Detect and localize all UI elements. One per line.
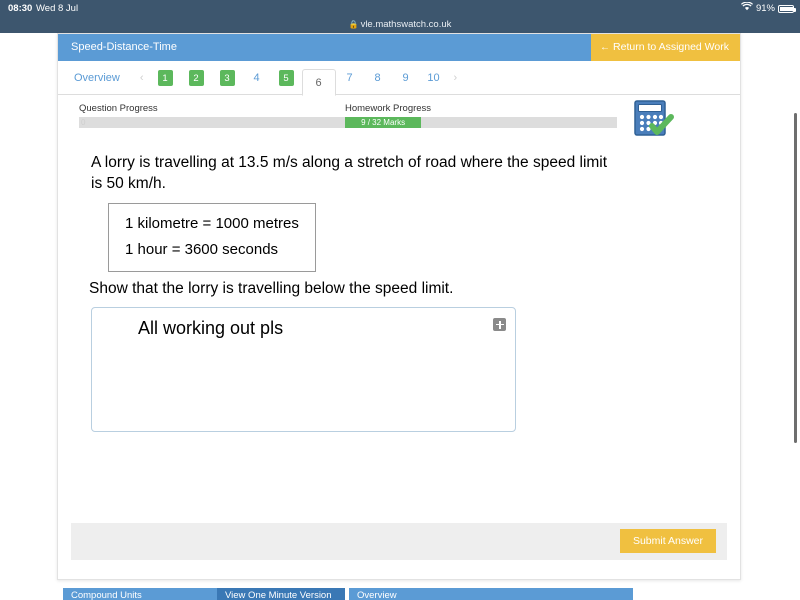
tab-question-9[interactable]: 9: [392, 61, 420, 95]
battery-percent: 91%: [756, 0, 775, 17]
return-to-assigned-work-button[interactable]: ←Return to Assigned Work: [591, 34, 740, 61]
tab-question-5[interactable]: 5: [271, 61, 302, 95]
return-button-label: Return to Assigned Work: [613, 41, 729, 53]
homework-progress-label: Homework Progress: [345, 103, 617, 114]
page-canvas: Speed-Distance-Time ←Return to Assigned …: [0, 33, 800, 600]
question-text: A lorry is travelling at 13.5 m/s along …: [91, 152, 621, 194]
tab-next-dots[interactable]: ›: [448, 61, 464, 95]
tab-question-6[interactable]: 6: [302, 69, 336, 96]
answer-input[interactable]: All working out pls: [91, 307, 516, 432]
answer-input-value: All working out pls: [138, 318, 283, 339]
tab-question-3-label: 3: [220, 70, 235, 86]
plus-icon[interactable]: [493, 318, 506, 331]
homework-progress-value: 9 / 32 Marks: [345, 117, 421, 128]
question-instruction: Show that the lorry is travelling below …: [89, 280, 453, 298]
question-progress-label: Question Progress: [79, 103, 351, 114]
submit-answer-button[interactable]: Submit Answer: [620, 529, 716, 553]
tab-question-3[interactable]: 3: [212, 61, 243, 95]
conversion-fact-2: 1 hour = 3600 seconds: [125, 237, 299, 263]
status-date: Wed 8 Jul: [36, 0, 78, 17]
bottom-panel-view-one-minute-version[interactable]: View One Minute Version: [217, 588, 345, 600]
tab-prev-dots[interactable]: ‹: [134, 61, 150, 95]
card-header: Speed-Distance-Time ←Return to Assigned …: [58, 34, 740, 61]
tab-overview[interactable]: Overview: [58, 61, 134, 95]
status-time: 08:30: [8, 0, 32, 17]
tab-question-2[interactable]: 2: [181, 61, 212, 95]
tab-question-2-label: 2: [189, 70, 204, 86]
page-scrollbar[interactable]: [794, 113, 797, 443]
url-text: vle.mathswatch.co.uk: [361, 19, 452, 30]
question-card: Speed-Distance-Time ←Return to Assigned …: [57, 33, 741, 580]
browser-url-bar[interactable]: 🔒vle.mathswatch.co.uk: [0, 17, 800, 33]
tab-question-1[interactable]: 1: [150, 61, 181, 95]
conversion-facts-box: 1 kilometre = 1000 metres 1 hour = 3600 …: [108, 203, 316, 272]
tab-question-1-label: 1: [158, 70, 173, 86]
homework-progress-bar: 9 / 32 Marks: [345, 117, 617, 128]
tab-question-4[interactable]: 4: [243, 61, 271, 95]
question-tab-strip: Overview ‹ 1 2 3 4 5 6 7 8 9: [58, 61, 740, 95]
progress-row: Question Progress 0 Homework Progress 9 …: [58, 95, 740, 140]
tab-overview-label: Overview: [74, 72, 120, 84]
status-right-group: 91%: [741, 0, 794, 17]
lock-icon: 🔒: [349, 20, 359, 29]
tab-question-7[interactable]: 7: [336, 61, 364, 95]
tab-question-8[interactable]: 8: [364, 61, 392, 95]
page-title: Speed-Distance-Time: [71, 34, 177, 61]
calculator-allowed-icon: [633, 99, 675, 144]
conversion-fact-1: 1 kilometre = 1000 metres: [125, 211, 299, 237]
bottom-panel-strip: Compound Units View One Minute Version O…: [57, 585, 741, 600]
tab-question-5-label: 5: [279, 70, 294, 86]
tab-list: Overview ‹ 1 2 3 4 5 6 7 8 9: [58, 61, 463, 95]
question-progress-value: 0: [81, 117, 85, 128]
card-footer: Submit Answer: [71, 523, 727, 560]
ios-status-bar: 08:30 Wed 8 Jul 91%: [0, 0, 800, 17]
left-arrow-icon: ←: [600, 42, 610, 53]
question-progress-block: Question Progress 0: [79, 103, 351, 128]
bottom-panel-compound-units[interactable]: Compound Units: [63, 588, 217, 600]
tab-question-10[interactable]: 10: [420, 61, 448, 95]
homework-progress-block: Homework Progress 9 / 32 Marks: [345, 103, 617, 128]
battery-icon: [778, 5, 794, 13]
bottom-panel-overview[interactable]: Overview: [349, 588, 633, 600]
wifi-icon: [741, 0, 753, 17]
question-progress-bar: 0: [79, 117, 351, 128]
